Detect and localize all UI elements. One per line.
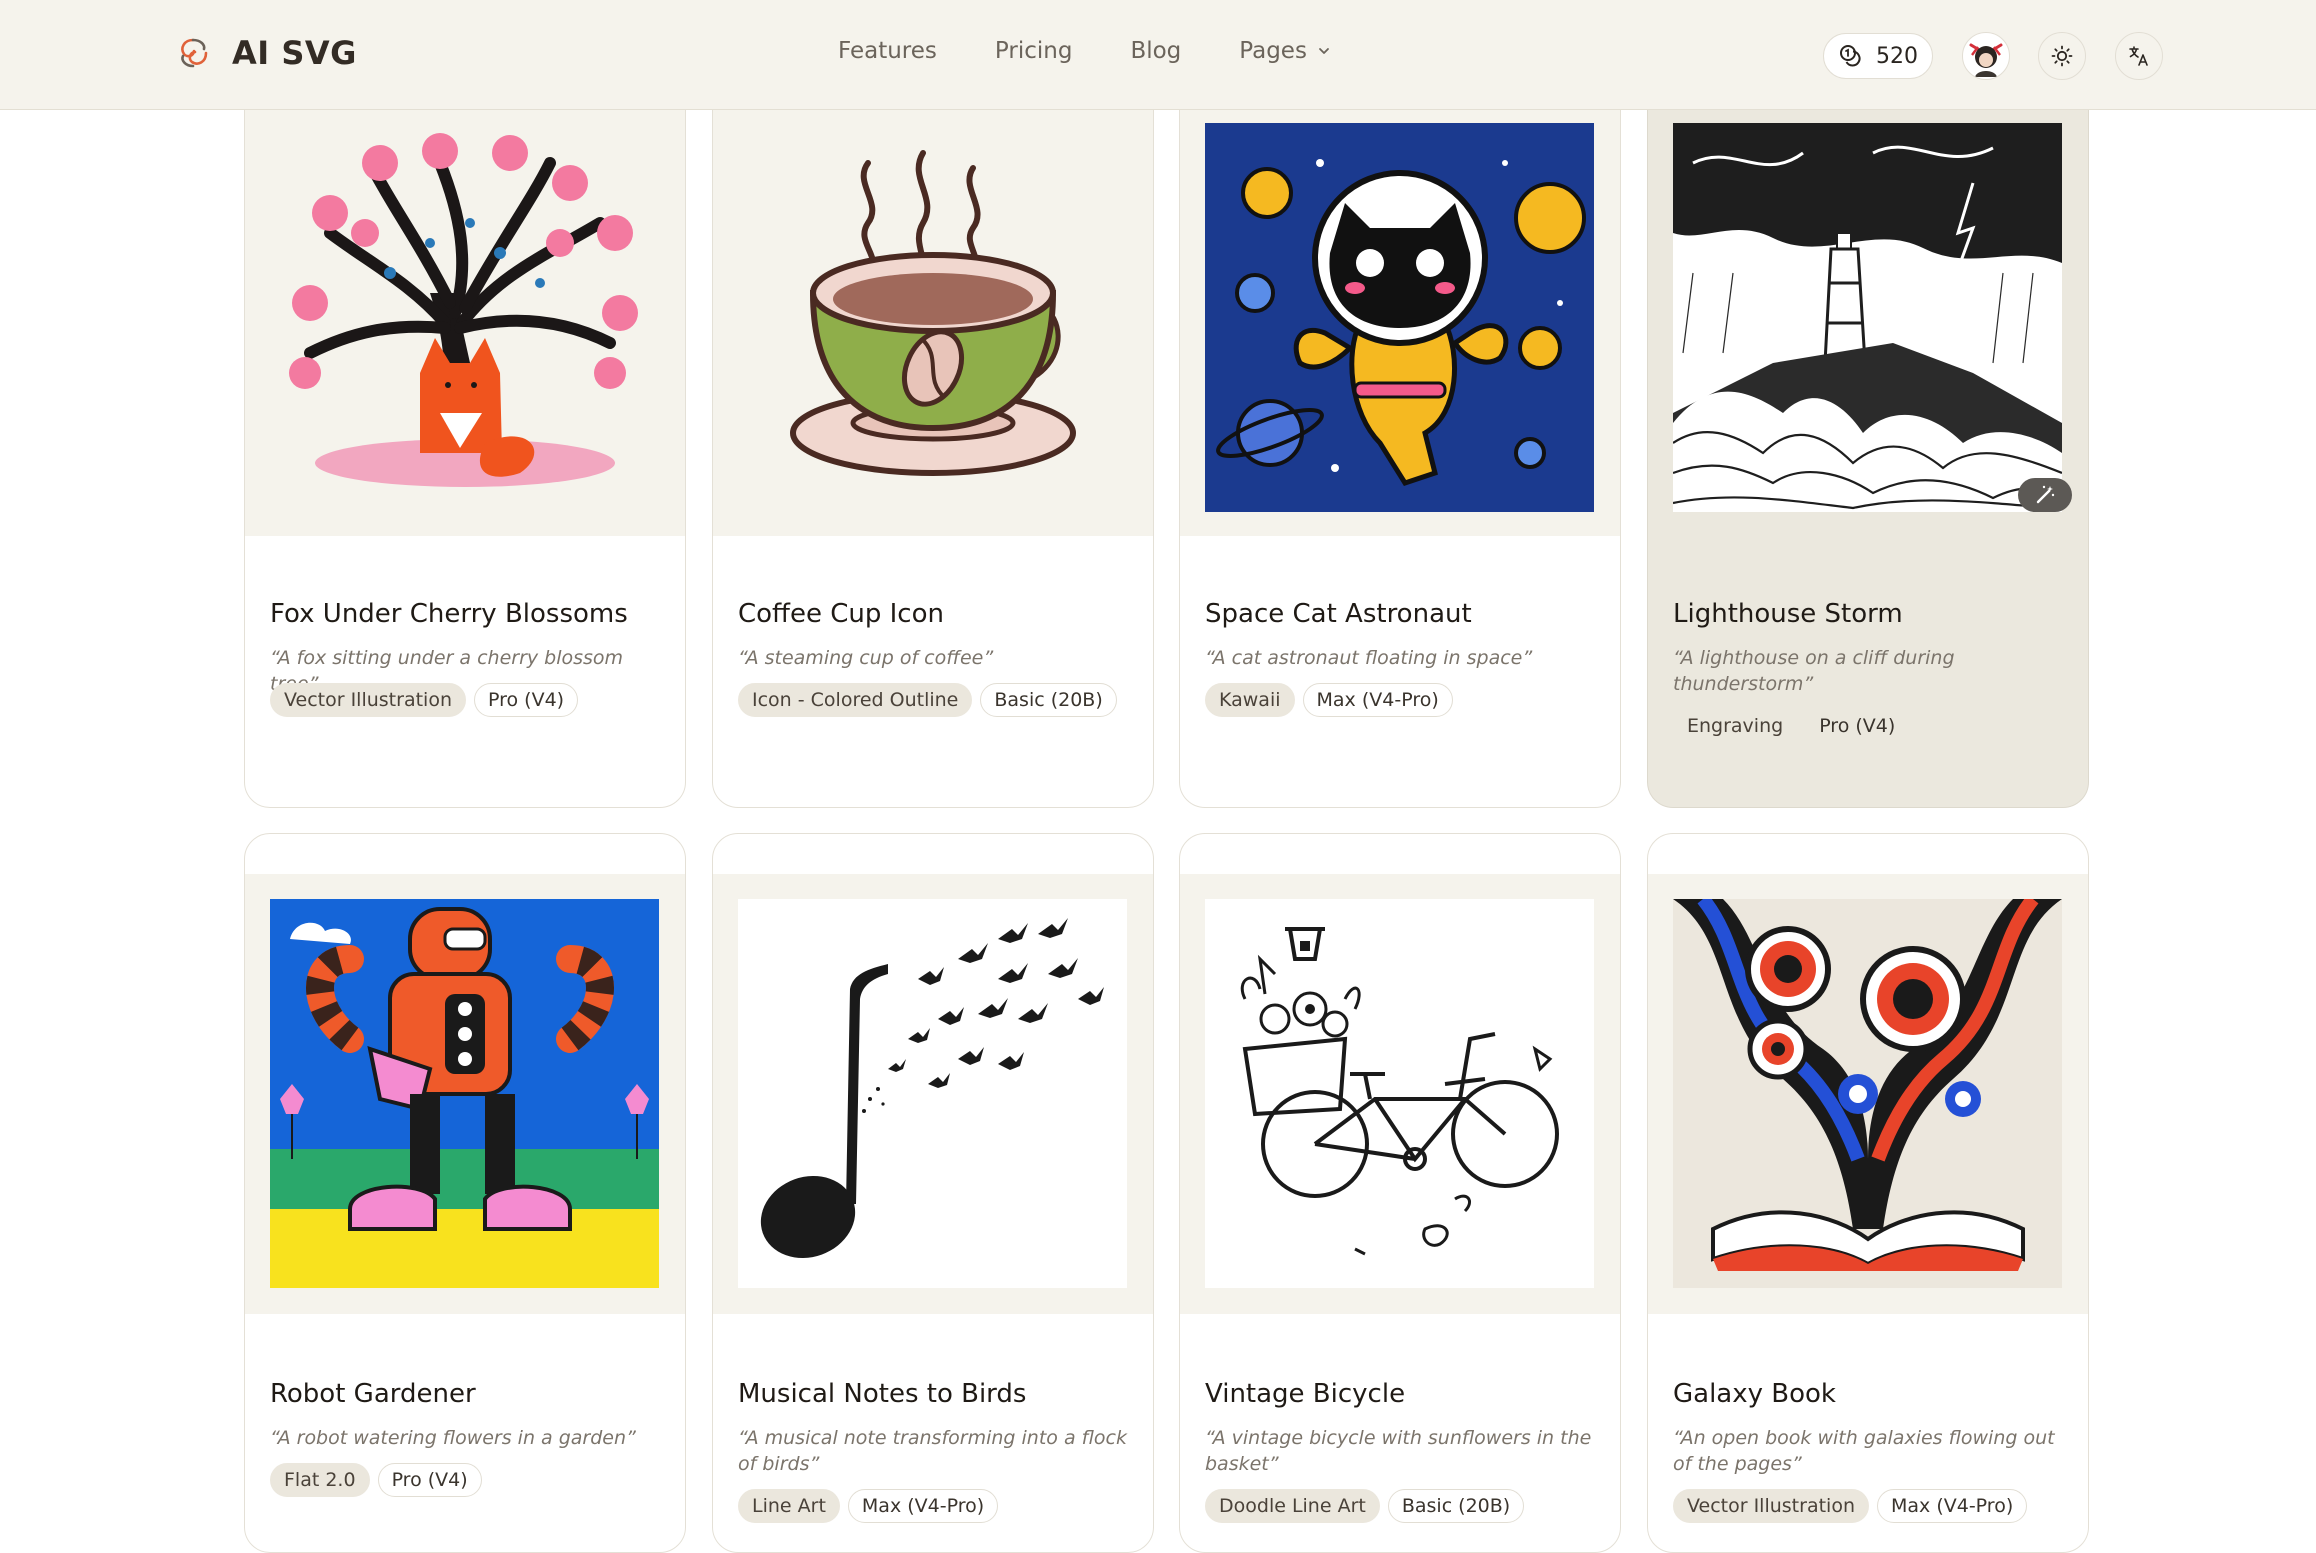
coins-icon bbox=[1840, 45, 1861, 67]
model-tag[interactable]: Pro (V4) bbox=[474, 683, 579, 717]
card-image bbox=[1205, 899, 1594, 1288]
card-thumbnail-area bbox=[713, 874, 1153, 1314]
magic-wand-icon bbox=[2036, 485, 2055, 504]
card-tags: Flat 2.0 Pro (V4) bbox=[270, 1463, 482, 1497]
swirl-logo-icon bbox=[181, 38, 208, 68]
user-avatar-icon bbox=[1964, 34, 2008, 78]
card-title: Lighthouse Storm bbox=[1673, 599, 1903, 629]
space-cat-illustration bbox=[1205, 123, 1594, 512]
model-tag[interactable]: Max (V4-Pro) bbox=[1302, 683, 1453, 717]
nav-features-label: Features bbox=[838, 38, 937, 64]
style-tag[interactable]: Flat 2.0 bbox=[270, 1463, 370, 1497]
style-tag[interactable]: Vector Illustration bbox=[1673, 1489, 1869, 1523]
card-prompt: “A vintage bicycle with sunflowers in th… bbox=[1205, 1427, 1592, 1475]
card-title: Vintage Bicycle bbox=[1205, 1379, 1406, 1409]
card-thumbnail-area bbox=[1180, 81, 1620, 536]
nav-pricing[interactable]: Pricing bbox=[995, 38, 1073, 64]
card-tags: Kawaii Max (V4-Pro) bbox=[1205, 683, 1453, 717]
gallery-card[interactable]: Coffee Cup Icon “A steaming cup of coffe… bbox=[712, 80, 1154, 808]
theme-toggle-button[interactable] bbox=[2038, 32, 2086, 80]
gallery-card[interactable]: Galaxy Book “An open book with galaxies … bbox=[1647, 833, 2089, 1553]
card-image bbox=[1205, 123, 1594, 512]
gallery-card[interactable]: Fox Under Cherry Blossoms “A fox sitting… bbox=[244, 80, 686, 808]
style-tag[interactable]: Icon - Colored Outline bbox=[738, 683, 973, 717]
brand-name: AI SVG bbox=[232, 34, 357, 72]
card-title: Robot Gardener bbox=[270, 1379, 476, 1409]
card-image bbox=[738, 123, 1127, 512]
card-prompt: “A cat astronaut floating in space” bbox=[1205, 647, 1533, 669]
galaxy-book-illustration bbox=[1673, 899, 2062, 1288]
card-image bbox=[1673, 123, 2062, 512]
vintage-bicycle-illustration bbox=[1205, 899, 1594, 1288]
card-prompt: “A steaming cup of coffee” bbox=[738, 647, 994, 669]
gallery-card[interactable]: Robot Gardener “A robot watering flowers… bbox=[244, 833, 686, 1553]
model-tag[interactable]: Basic (20B) bbox=[1387, 1489, 1525, 1523]
style-tag[interactable]: Doodle Line Art bbox=[1205, 1489, 1380, 1523]
model-tag[interactable]: Pro (V4) bbox=[1805, 709, 1909, 743]
style-tag[interactable]: Kawaii bbox=[1205, 683, 1295, 717]
card-thumbnail-area bbox=[1180, 874, 1620, 1314]
lighthouse-storm-illustration bbox=[1673, 123, 2062, 512]
card-tags: Line Art Max (V4-Pro) bbox=[738, 1489, 999, 1523]
gallery-card[interactable]: Lighthouse Storm “A lighthouse on a clif… bbox=[1647, 54, 2089, 808]
card-thumbnail-area bbox=[1648, 874, 2088, 1314]
top-navbar: AI SVG Features Pricing Blog Pages 520 bbox=[0, 0, 2316, 110]
coffee-cup-illustration bbox=[738, 123, 1127, 512]
card-title: Coffee Cup Icon bbox=[738, 599, 944, 629]
card-thumbnail-area bbox=[713, 81, 1153, 536]
card-tags: Vector Illustration Max (V4-Pro) bbox=[1673, 1489, 2028, 1523]
credits-count: 520 bbox=[1876, 43, 1918, 69]
card-thumbnail-area bbox=[1648, 55, 2088, 535]
translate-icon bbox=[2129, 46, 2148, 66]
card-thumbnail-area bbox=[245, 874, 685, 1314]
fox-cherry-illustration bbox=[270, 123, 659, 512]
card-title: Space Cat Astronaut bbox=[1205, 599, 1472, 629]
model-tag[interactable]: Basic (20B) bbox=[980, 683, 1117, 717]
nav-pricing-label: Pricing bbox=[994, 38, 1073, 64]
robot-gardener-illustration bbox=[270, 899, 659, 1288]
edit-button[interactable] bbox=[2018, 478, 2072, 512]
gallery-card[interactable]: Space Cat Astronaut “A cat astronaut flo… bbox=[1179, 80, 1621, 808]
brand[interactable]: AI SVG bbox=[176, 34, 357, 72]
card-prompt: “An open book with galaxies flowing out … bbox=[1673, 1427, 2055, 1475]
card-title: Fox Under Cherry Blossoms bbox=[270, 599, 628, 629]
credits-button[interactable]: 520 bbox=[1823, 33, 1933, 79]
card-prompt: “A robot watering flowers in a garden” bbox=[270, 1427, 636, 1449]
gallery-card[interactable]: Musical Notes to Birds “A musical note t… bbox=[712, 833, 1154, 1553]
style-tag[interactable]: Engraving bbox=[1673, 709, 1797, 743]
chevron-down-icon bbox=[1319, 48, 1329, 54]
card-tags: Engraving Pro (V4) bbox=[1673, 709, 1909, 743]
style-tag[interactable]: Vector Illustration bbox=[270, 683, 466, 717]
card-prompt: “A musical note transforming into a floc… bbox=[738, 1427, 1127, 1475]
card-tags: Doodle Line Art Basic (20B) bbox=[1205, 1489, 1525, 1523]
card-image bbox=[1673, 899, 2062, 1288]
card-title: Musical Notes to Birds bbox=[738, 1379, 1027, 1409]
language-button[interactable] bbox=[2115, 32, 2163, 80]
main-nav: Features Pricing Blog Pages bbox=[838, 38, 1331, 64]
card-tags: Vector Illustration Pro (V4) bbox=[270, 683, 579, 717]
avatar[interactable] bbox=[1962, 32, 2010, 80]
card-title: Galaxy Book bbox=[1673, 1379, 1836, 1409]
card-prompt: “A lighthouse on a cliff during thunders… bbox=[1673, 647, 1955, 695]
nav-blog[interactable]: Blog bbox=[1130, 38, 1181, 64]
gallery-card[interactable]: Vintage Bicycle “A vintage bicycle with … bbox=[1179, 833, 1621, 1553]
music-note-birds-illustration bbox=[738, 899, 1127, 1288]
card-image bbox=[270, 899, 659, 1288]
sun-icon bbox=[2051, 45, 2073, 67]
nav-pages-label: Pages bbox=[1239, 38, 1307, 64]
model-tag[interactable]: Max (V4-Pro) bbox=[1877, 1489, 2028, 1523]
card-image bbox=[270, 123, 659, 512]
card-tags: Icon - Colored Outline Basic (20B) bbox=[738, 683, 1117, 717]
nav-blog-label: Blog bbox=[1130, 38, 1182, 64]
nav-features[interactable]: Features bbox=[838, 38, 937, 64]
style-tag[interactable]: Line Art bbox=[738, 1489, 840, 1523]
card-image bbox=[738, 899, 1127, 1288]
model-tag[interactable]: Pro (V4) bbox=[377, 1463, 482, 1497]
model-tag[interactable]: Max (V4-Pro) bbox=[847, 1489, 999, 1523]
card-thumbnail-area bbox=[245, 81, 685, 536]
nav-pages-dropdown[interactable]: Pages bbox=[1239, 38, 1331, 64]
